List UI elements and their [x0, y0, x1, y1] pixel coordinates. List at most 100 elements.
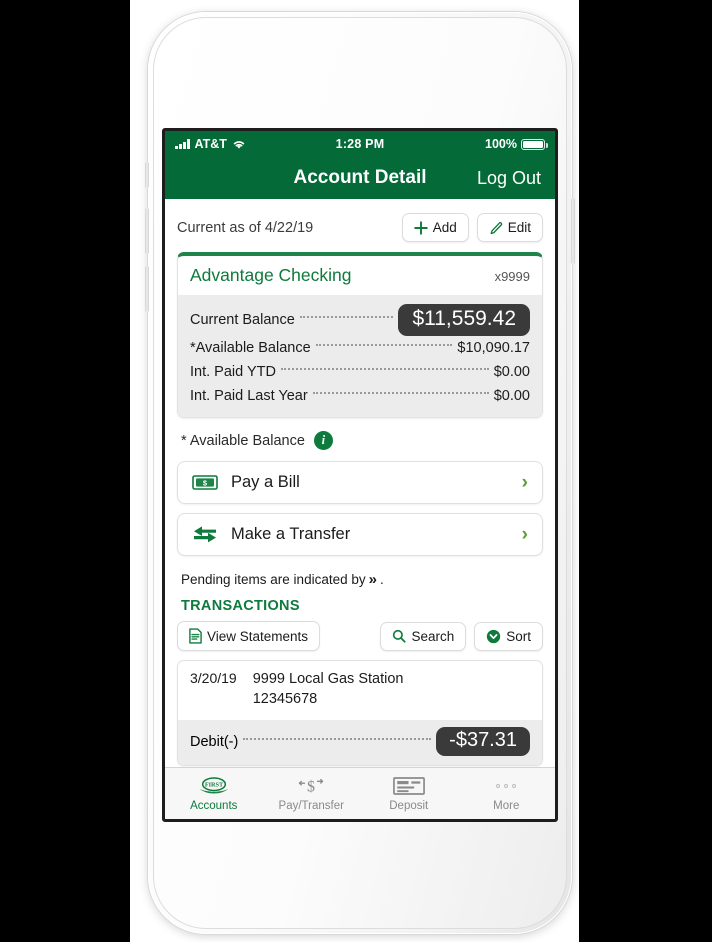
battery-full-icon [521, 138, 548, 150]
balance-label: Current Balance [190, 312, 295, 329]
dot-leader [312, 391, 489, 394]
balance-label: Int. Paid Last Year [190, 387, 308, 404]
account-card-header: Advantage Checking x9999 [178, 256, 542, 295]
balance-value: $0.00 [493, 387, 530, 404]
transaction-header: 3/20/19 9999 Local Gas Station 12345678 [178, 661, 542, 720]
available-balance-text: * Available Balance [181, 432, 305, 449]
phone-screen: AT&T 1:28 PM 100% Account Detail Log Out… [162, 128, 558, 822]
tab-deposit-label: Deposit [389, 800, 429, 812]
transaction-description-line-2: 12345678 [252, 690, 318, 707]
signal-bars-icon [175, 139, 190, 149]
content-scroll-area[interactable]: Current as of 4/22/19 Add Edit Advantage… [165, 199, 555, 767]
phone-device-frame: AT&T 1:28 PM 100% Account Detail Log Out… [145, 12, 575, 934]
dot-leader [243, 737, 432, 740]
balance-row: Current Balance $11,559.42 [190, 304, 530, 337]
svg-text:$: $ [307, 779, 315, 796]
volume-down-button[interactable] [145, 266, 149, 312]
pay-a-bill-row[interactable]: $ Pay a Bill › [177, 461, 543, 505]
info-icon[interactable]: i [313, 431, 333, 451]
edit-button-label: Edit [507, 220, 531, 235]
transactions-toolbar: View Statements Search Sort [177, 621, 543, 660]
carrier-label: AT&T [194, 137, 227, 151]
sort-chevron-icon [486, 629, 501, 644]
dollar-bill-icon: $ [192, 475, 218, 490]
log-out-button[interactable]: Log Out [477, 168, 541, 189]
pencil-icon [489, 221, 503, 235]
transfer-arrows-icon [192, 526, 218, 543]
power-button[interactable] [571, 198, 575, 264]
tab-accounts-label: Accounts [190, 800, 238, 812]
document-icon [189, 628, 202, 644]
transaction-card[interactable]: 3/20/19 9999 Local Gas Station 12345678 … [177, 660, 543, 767]
page-root: AT&T 1:28 PM 100% Account Detail Log Out… [0, 0, 712, 942]
dot-leader [315, 343, 453, 346]
status-bar: AT&T 1:28 PM 100% [165, 131, 555, 157]
balance-label: *Available Balance [190, 339, 311, 356]
available-balance-note: * Available Balance i [177, 418, 543, 461]
balance-row: Int. Paid Last Year $0.00 [190, 386, 530, 405]
account-name: Advantage Checking [190, 265, 352, 285]
volume-up-button[interactable] [145, 208, 149, 254]
balance-row: *Available Balance $10,090.17 [190, 338, 530, 357]
tab-more-label: More [493, 800, 520, 812]
sort-button[interactable]: Sort [474, 621, 543, 651]
search-button-label: Search [411, 628, 455, 644]
add-button-label: Add [432, 220, 457, 235]
more-dots-icon [496, 775, 517, 797]
first-bank-logo-icon: FIRST [197, 775, 231, 797]
bottom-tab-bar: FIRST Accounts $ Pay/Transfer Deposit Mo… [165, 767, 555, 819]
header-row: Current as of 4/22/19 Add Edit [177, 199, 543, 252]
search-icon [392, 629, 407, 643]
status-bar-right: 100% [384, 137, 548, 151]
tab-pay-transfer-label: Pay/Transfer [278, 800, 344, 812]
balance-value: $10,090.17 [457, 339, 530, 356]
pay-a-bill-label: Pay a Bill [231, 473, 300, 492]
pending-items-note: Pending items are indicated by » . [177, 565, 543, 596]
account-card[interactable]: Advantage Checking x9999 Current Balance… [177, 252, 543, 419]
transaction-amount-value: -$37.31 [436, 727, 530, 757]
account-masked-number: x9999 [494, 269, 530, 284]
pending-note-period: . [379, 572, 384, 588]
make-a-transfer-label: Make a Transfer [231, 525, 351, 544]
wifi-icon [232, 139, 246, 150]
chevron-right-icon: › [521, 524, 528, 546]
navigation-bar: Account Detail Log Out [165, 157, 555, 199]
make-a-transfer-row[interactable]: Make a Transfer › [177, 513, 543, 557]
tab-pay-transfer[interactable]: $ Pay/Transfer [263, 768, 361, 819]
current-balance-value: $11,559.42 [398, 304, 530, 337]
transaction-description-line-1: 9999 Local Gas Station [252, 671, 404, 688]
balance-label: Int. Paid YTD [190, 363, 276, 380]
tab-more[interactable]: More [458, 768, 556, 819]
transaction-date: 3/20/19 [190, 670, 237, 687]
dot-leader [280, 367, 489, 370]
sort-button-label: Sort [506, 628, 531, 644]
tab-deposit[interactable]: Deposit [360, 768, 458, 819]
status-bar-left: AT&T [175, 137, 336, 151]
view-statements-button[interactable]: View Statements [177, 621, 321, 652]
pending-note-text: Pending items are indicated by [181, 572, 366, 588]
balance-row: Int. Paid YTD $0.00 [190, 362, 530, 381]
transaction-description: 9999 Local Gas Station 12345678 [253, 670, 404, 709]
add-button[interactable]: Add [401, 213, 469, 242]
mute-switch[interactable] [145, 162, 149, 188]
tab-accounts[interactable]: FIRST Accounts [165, 768, 263, 819]
dot-leader [299, 316, 394, 319]
battery-percent-label: 100% [485, 137, 517, 151]
transaction-amount-label: Debit(-) [190, 733, 239, 750]
chevron-right-icon: › [521, 472, 528, 494]
view-statements-label: View Statements [207, 628, 309, 644]
transactions-section-title: TRANSACTIONS [181, 598, 300, 615]
svg-text:FIRST: FIRST [205, 781, 224, 788]
balance-value: $0.00 [493, 363, 530, 380]
transaction-amount-row: Debit(-) -$37.31 [178, 720, 542, 766]
double-chevron-icon: » [368, 571, 377, 589]
current-as-of-label: Current as of 4/22/19 [177, 219, 314, 236]
edit-button[interactable]: Edit [476, 213, 543, 242]
search-button[interactable]: Search [380, 621, 467, 651]
account-balances: Current Balance $11,559.42 *Available Ba… [178, 295, 542, 418]
plus-icon [413, 220, 428, 235]
status-time: 1:28 PM [335, 137, 385, 151]
header-actions: Add Edit [401, 213, 543, 242]
dollar-transfer-icon: $ [296, 775, 326, 797]
check-deposit-icon [392, 775, 425, 797]
